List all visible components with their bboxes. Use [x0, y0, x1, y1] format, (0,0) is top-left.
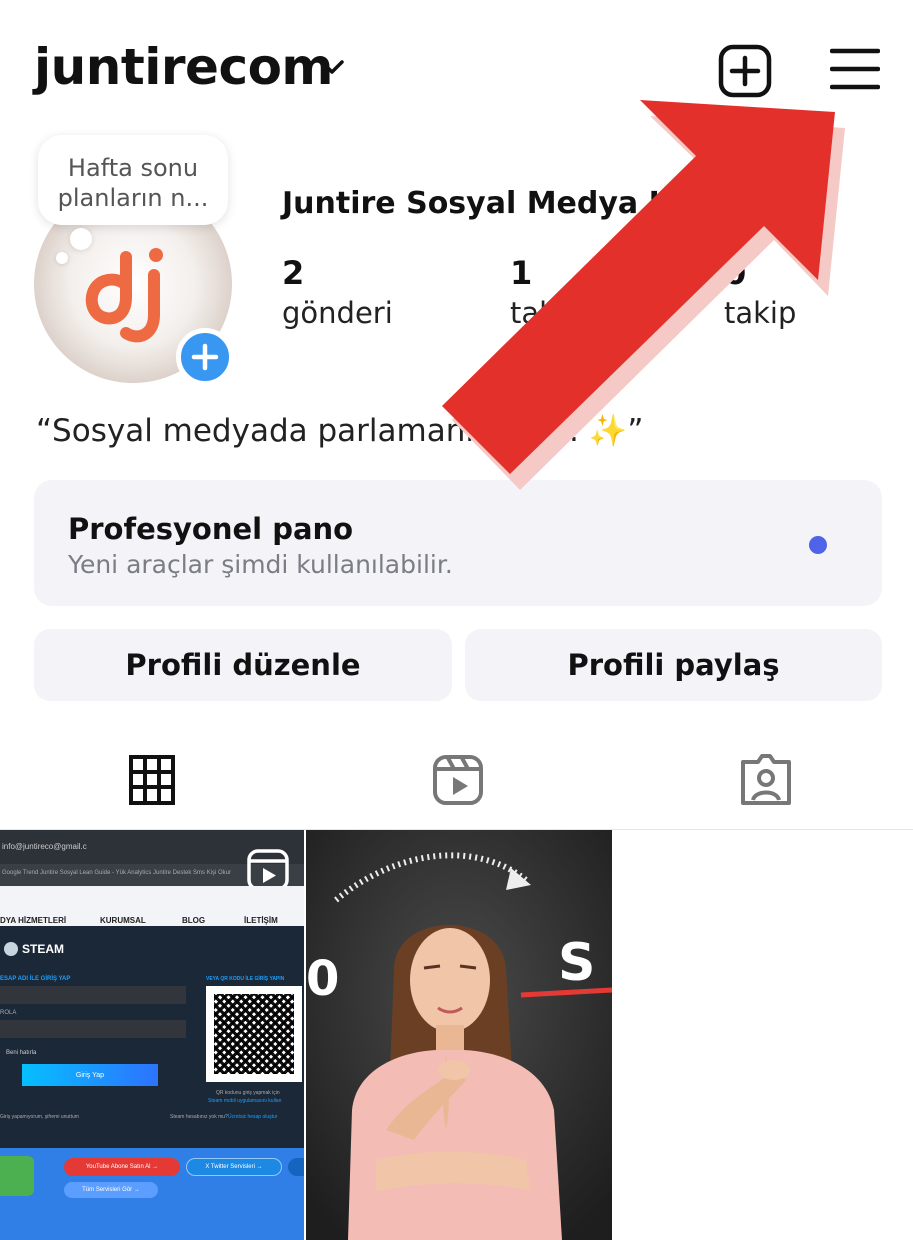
post-2-artwork: 0 S [306, 830, 612, 1240]
all-services-pill: Tüm Servisleri Gör → [64, 1182, 158, 1198]
create-account-link: Ücretsiz hesap oluştur [228, 1114, 278, 1120]
professional-dashboard-card[interactable]: Profesyonel pano Yeni araçlar şimdi kull… [34, 480, 882, 606]
note-line-2: planların n... [57, 184, 209, 212]
following-label[interactable]: takip [724, 296, 796, 330]
brand-logo-icon [85, 248, 163, 343]
reels-icon[interactable] [430, 752, 486, 808]
nav-item-corporate: KURUMSAL [100, 916, 146, 925]
steam-title: STEAM [22, 942, 64, 956]
post-thumbnail-2[interactable]: 0 S [306, 830, 612, 1240]
twitter-pill: X Twitter Servisleri → [186, 1158, 282, 1176]
qr-caption-2: Steam mobil uygulamasını kullan [208, 1098, 282, 1104]
following-count[interactable]: 0 [724, 254, 746, 292]
qr-code [206, 986, 302, 1082]
steam-login-panel: STEAM ESAP ADI İLE GİRİŞ YAP ROLA Beni h… [0, 926, 304, 1148]
hamburger-menu-icon[interactable] [830, 46, 880, 92]
no-account-text: Steam hesabınız yok mu? [170, 1114, 228, 1120]
post-2-partial-left-glyph: 0 [306, 951, 339, 1007]
top-bar: juntirecom [0, 0, 913, 130]
youtube-pill: YouTube Abone Satın Al → [64, 1158, 180, 1176]
partial-pill [288, 1158, 304, 1176]
followers-label[interactable]: tak [510, 296, 556, 330]
qr-label: VEYA QR KODU İLE GİRİŞ YAPIN [206, 976, 285, 982]
edit-profile-button[interactable]: Profili düzenle [34, 629, 452, 701]
nav-item-services: DYA HİZMETLERİ [0, 916, 67, 925]
browser-url: info@juntireco@gmail.c [2, 842, 87, 851]
add-story-button[interactable] [176, 328, 234, 386]
bookmarks-text: Google Trend Juntire Sosyal Lean Guide -… [2, 870, 231, 876]
note-bubble-tail [70, 228, 92, 250]
note-line-1: Hafta sonu [67, 154, 199, 182]
nav-item-blog: BLOG [182, 916, 206, 925]
site-footer-band: YouTube Abone Satın Al → X Twitter Servi… [0, 1148, 304, 1240]
posts-label[interactable]: gönderi [282, 296, 393, 330]
password-input [0, 1020, 186, 1038]
note-bubble[interactable]: Hafta sonu planların n... [38, 135, 228, 225]
forgot-link: Giriş yapamıyorum, şifremi unuttum [0, 1114, 79, 1120]
login-label: ESAP ADI İLE GİRİŞ YAP [0, 976, 71, 982]
site-nav-bar: DYA HİZMETLERİ KURUMSAL BLOG İLETİŞİM [0, 886, 304, 926]
remember-me: Beni hatırla [6, 1050, 37, 1056]
note-bubble-tail-small [56, 252, 68, 264]
post-2-partial-right-glyph: S [558, 933, 595, 993]
followers-count[interactable]: 1 [510, 254, 532, 292]
tagged-icon[interactable] [738, 752, 794, 808]
chevron-down-icon[interactable] [318, 56, 346, 78]
plus-square-icon[interactable] [718, 44, 772, 98]
steam-logo-icon [4, 942, 18, 956]
profile-full-name: Juntire Sosyal Medya Hiz [282, 186, 702, 221]
username-input [0, 986, 186, 1004]
nav-item-contact: İLETİŞİM [244, 916, 278, 925]
green-block [0, 1156, 34, 1196]
post-thumbnail-1[interactable]: info@juntireco@gmail.c Google Trend Junt… [0, 830, 304, 1240]
qr-caption-1: QR kodunu giriş yapmak için [216, 1090, 280, 1096]
grid-icon[interactable] [124, 752, 180, 808]
posts-count[interactable]: 2 [282, 254, 304, 292]
username-title[interactable]: juntirecom [34, 38, 334, 96]
share-profile-button[interactable]: Profili paylaş [465, 629, 882, 701]
profile-bio: “Sosyal medyada parlamanın yolu. ✨” [36, 413, 644, 449]
dashboard-subtitle: Yeni araçlar şimdi kullanılabilir. [68, 550, 453, 579]
password-label: ROLA [0, 1010, 17, 1016]
plus-icon [191, 343, 219, 371]
login-button: Giriş Yap [22, 1064, 158, 1086]
dashboard-title: Profesyonel pano [68, 512, 354, 546]
notification-dot [809, 536, 827, 554]
